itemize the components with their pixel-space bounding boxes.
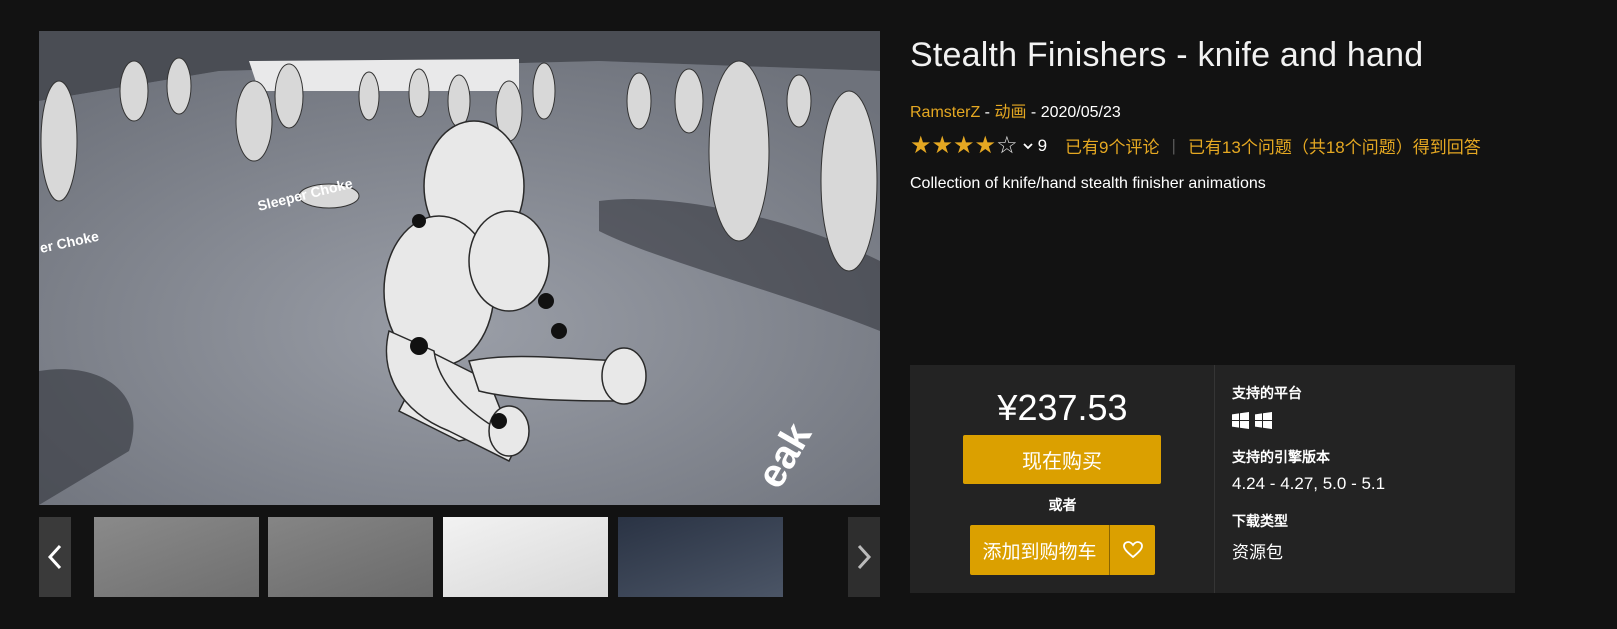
star-filled-icon: ★ <box>953 131 975 159</box>
download-type-label: 下载类型 <box>1232 513 1288 529</box>
rating-row: ★ ★ ★ ★ ☆ 9 已有9个评论 | 已有13个问题（共18个问题）得到回答 <box>910 133 1481 158</box>
divider <box>1214 365 1215 593</box>
thumbnail[interactable] <box>618 517 783 597</box>
thumbnail[interactable] <box>268 517 433 597</box>
or-label: 或者 <box>1048 497 1077 513</box>
rating-count: 9 <box>1037 135 1048 155</box>
chevron-right-icon <box>857 544 872 570</box>
price: ¥237.53 <box>997 387 1128 428</box>
add-to-cart-group: 添加到购物车 <box>970 525 1155 575</box>
questions-link[interactable]: 已有13个问题（共18个问题）得到回答 <box>1188 133 1481 158</box>
star-empty-icon: ☆ <box>996 131 1018 159</box>
product-meta: RamsterZ - 动画 - 2020/05/23 <box>910 98 1121 122</box>
windows-icon <box>1255 412 1272 429</box>
thumbnail-prev-button[interactable] <box>39 517 71 597</box>
star-filled-icon: ★ <box>974 131 997 159</box>
platform-icons <box>1232 412 1272 429</box>
download-type-value: 资源包 <box>1232 543 1283 562</box>
engine-version-label: 支持的引擎版本 <box>1232 449 1330 465</box>
thumbnail[interactable] <box>94 517 259 597</box>
add-to-cart-button[interactable]: 添加到购物车 <box>970 525 1109 575</box>
star-filled-icon: ★ <box>910 131 932 159</box>
windows-icon <box>1232 412 1249 429</box>
platforms-label: 支持的平台 <box>1232 385 1302 401</box>
release-date: 2020/05/23 <box>1040 104 1121 121</box>
buy-now-button[interactable]: 现在购买 <box>963 435 1161 484</box>
separator: - <box>980 104 995 121</box>
thumbnail-next-button[interactable] <box>848 517 880 597</box>
main-preview-image[interactable]: Sleeper Choke er Choke eak <box>39 31 880 505</box>
engine-version-value: 4.24 - 4.27, 5.0 - 5.1 <box>1232 474 1386 493</box>
wishlist-button[interactable] <box>1110 525 1155 575</box>
category-link[interactable]: 动画 <box>994 104 1026 121</box>
product-description: Collection of knife/hand stealth finishe… <box>910 175 1266 192</box>
rating-stars[interactable]: ★ ★ ★ ★ ☆ <box>910 131 1018 159</box>
star-filled-icon: ★ <box>931 131 954 159</box>
divider: | <box>1171 135 1176 155</box>
chevron-down-icon[interactable] <box>1022 141 1034 151</box>
thumbnail[interactable] <box>443 517 608 597</box>
purchase-panel: ¥237.53 现在购买 或者 添加到购物车 支持的平台 支持的引擎版本 4.2… <box>910 365 1515 593</box>
reviews-link[interactable]: 已有9个评论 <box>1065 133 1159 158</box>
product-title: Stealth Finishers - knife and hand <box>910 36 1424 74</box>
separator: - <box>1026 104 1041 121</box>
author-link[interactable]: RamsterZ <box>910 104 980 121</box>
chevron-left-icon <box>47 544 62 570</box>
heart-icon <box>1122 541 1143 559</box>
